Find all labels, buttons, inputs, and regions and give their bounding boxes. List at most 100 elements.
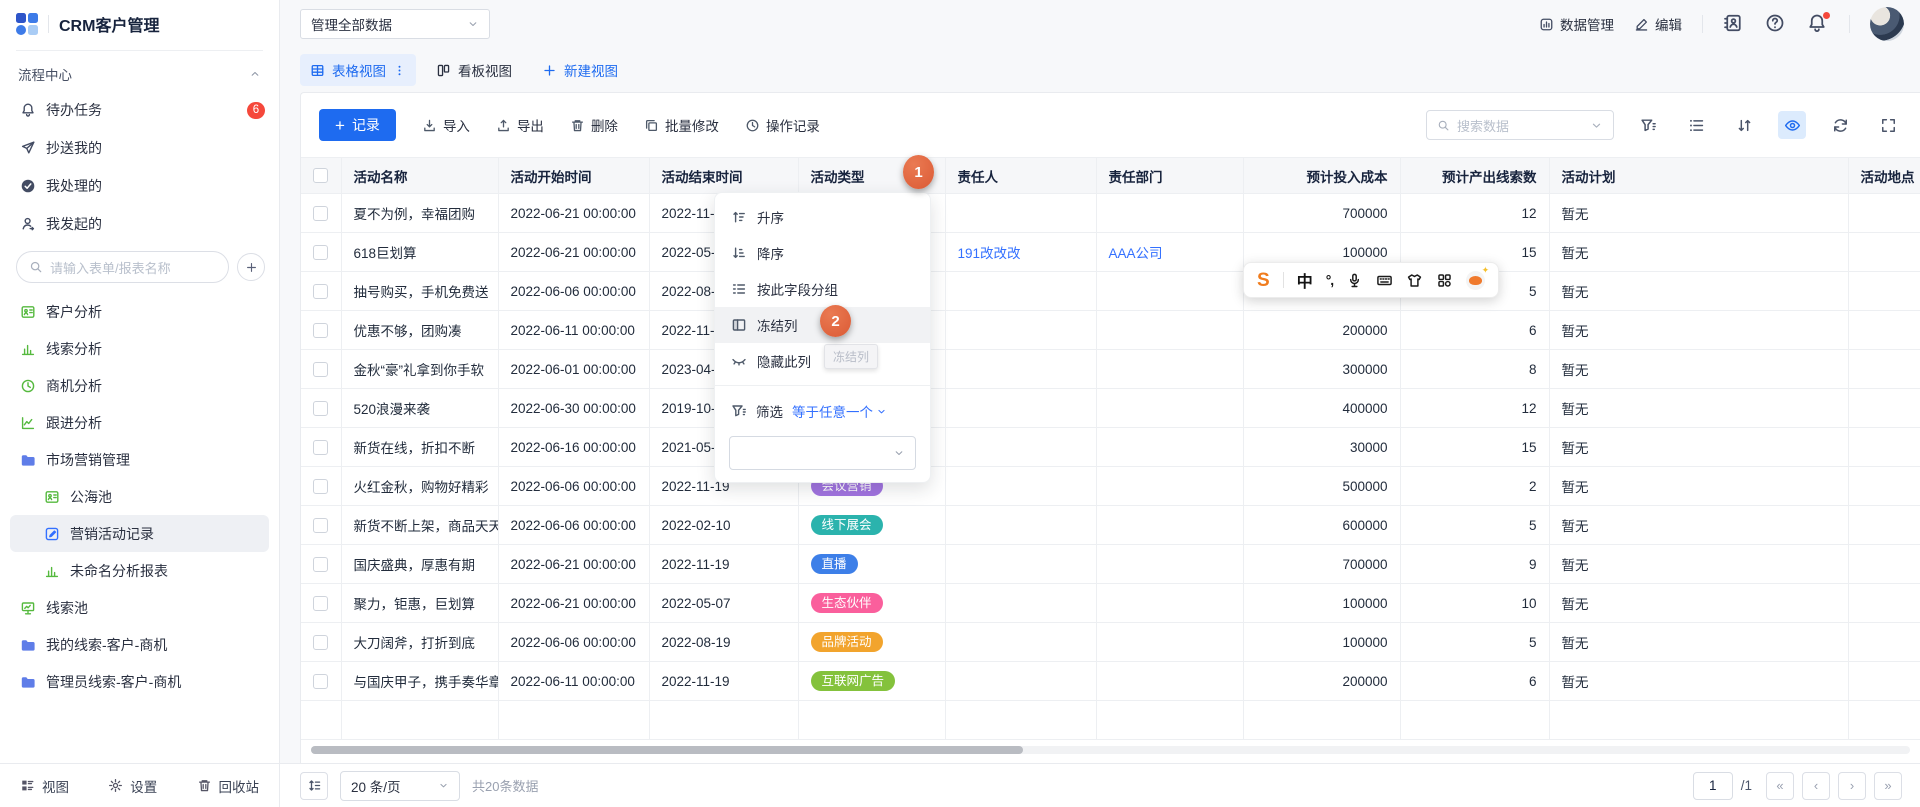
sidebar-item-客户分析[interactable]: 客户分析 (10, 293, 269, 330)
data-manage-button[interactable]: 数据管理 (1539, 14, 1614, 34)
row-checkbox[interactable] (313, 245, 328, 260)
tab-kanban-view[interactable]: 看板视图 (426, 54, 522, 86)
sidebar-item-商机分析[interactable]: 商机分析 (10, 367, 269, 404)
column-header-活动结束时间[interactable]: 活动结束时间 (649, 158, 798, 194)
app-title: CRM客户管理 (59, 12, 159, 36)
row-checkbox[interactable] (313, 401, 328, 416)
column-header-预计投入成本[interactable]: 预计投入成本 (1243, 158, 1400, 194)
menu-item-升序[interactable]: 升序 (715, 199, 930, 235)
sidebar-item-我处理的[interactable]: 我处理的 (0, 167, 279, 205)
sidebar-item-我的线索-客户-商机[interactable]: 我的线索-客户-商机 (10, 626, 269, 663)
skin-icon[interactable] (1406, 272, 1423, 289)
sidebar-item-抄送我的[interactable]: 抄送我的 (0, 129, 279, 167)
recycle-bin-button[interactable]: 回收站 (197, 776, 260, 796)
keyboard-icon[interactable] (1376, 272, 1393, 289)
dept-link[interactable]: AAA公司 (1109, 246, 1163, 261)
add-record-button[interactable]: + 记录 (319, 109, 396, 141)
export-button[interactable]: 导出 (496, 115, 544, 135)
ime-chinese-mode-button[interactable]: 中 (1297, 268, 1313, 292)
data-scope-select[interactable]: 管理全部数据 (300, 9, 490, 39)
column-header-责任部门[interactable]: 责任部门 (1096, 158, 1243, 194)
ime-punctuation-button[interactable]: °, (1326, 272, 1334, 288)
row-checkbox[interactable] (313, 440, 328, 455)
row-checkbox[interactable] (313, 635, 328, 650)
freeze-column-tooltip: 冻结列 (824, 344, 878, 369)
emoji-icon[interactable]: ✦ (1466, 271, 1485, 290)
next-page-button[interactable]: › (1838, 772, 1866, 800)
notifications-button[interactable] (1807, 13, 1829, 35)
avatar[interactable] (1870, 7, 1904, 41)
table-search-input[interactable]: 搜索数据 (1426, 110, 1614, 140)
sidebar-item-营销活动记录[interactable]: 营销活动记录 (10, 515, 269, 552)
menu-item-隐藏此列[interactable]: 隐藏此列 (715, 343, 930, 379)
sidebar-item-公海池[interactable]: 公海池 (10, 478, 269, 515)
filter-icon (731, 403, 747, 419)
batch-edit-button[interactable]: 批量修改 (644, 115, 719, 135)
owner-link[interactable]: 191改改改 (958, 246, 1021, 261)
form-search-input[interactable]: 请输入表单/报表名称 (16, 251, 229, 283)
sogou-logo-icon[interactable]: S (1257, 271, 1270, 290)
sidebar-item-线索池[interactable]: 线索池 (10, 589, 269, 626)
views-button[interactable]: 视图 (20, 776, 69, 796)
row-checkbox[interactable] (313, 206, 328, 221)
add-form-button[interactable] (237, 253, 265, 281)
more-options-icon[interactable] (393, 64, 406, 77)
contacts-button[interactable] (1723, 13, 1745, 35)
column-header-活动名称[interactable]: 活动名称 (341, 158, 498, 194)
menu-filter-row: 筛选 等于任意一个 (715, 394, 930, 428)
import-button[interactable]: 导入 (422, 115, 470, 135)
toolbox-icon[interactable] (1436, 272, 1453, 289)
menu-item-按此字段分组[interactable]: 按此字段分组 (715, 271, 930, 307)
sidebar-item-未命名分析报表[interactable]: 未命名分析报表 (10, 552, 269, 589)
last-page-button[interactable]: » (1874, 772, 1902, 800)
row-checkbox[interactable] (313, 518, 328, 533)
new-view-button[interactable]: 新建视图 (532, 54, 628, 86)
filter-button[interactable] (1634, 111, 1662, 139)
horizontal-scrollbar-thumb[interactable] (311, 746, 1023, 754)
row-checkbox[interactable] (313, 323, 328, 338)
column-header-活动开始时间[interactable]: 活动开始时间 (498, 158, 649, 194)
show-hide-button[interactable] (1778, 111, 1806, 139)
fullscreen-button[interactable] (1874, 111, 1902, 139)
page-size-select[interactable]: 20 条/页 (340, 771, 460, 801)
operation-log-button[interactable]: 操作记录 (745, 115, 820, 135)
tab-table-view[interactable]: 表格视图 (300, 54, 416, 86)
filter-value-select[interactable] (729, 436, 916, 470)
row-checkbox[interactable] (313, 674, 328, 689)
sidebar-item-管理员线索-客户-商机[interactable]: 管理员线索-客户-商机 (10, 663, 269, 700)
fields-button[interactable] (1682, 111, 1710, 139)
row-checkbox[interactable] (313, 362, 328, 377)
column-header-活动地点[interactable]: 活动地点 (1848, 158, 1920, 194)
filter-condition-select[interactable]: 等于任意一个 (792, 401, 887, 421)
sidebar-item-我发起的[interactable]: 我发起的 (0, 205, 279, 243)
microphone-icon[interactable] (1346, 272, 1363, 289)
prev-page-button[interactable]: ‹ (1802, 772, 1830, 800)
table-row: 抽号购买，手机免费送2022-06-06 00:00:002022-08-195… (301, 272, 1920, 311)
edit-button[interactable]: 编辑 (1634, 14, 1682, 34)
settings-button[interactable]: 设置 (108, 776, 157, 796)
delete-button[interactable]: 删除 (570, 115, 618, 135)
sidebar-item-待办任务[interactable]: 待办任务6 (0, 91, 279, 129)
row-checkbox[interactable] (313, 557, 328, 572)
cell-name: 新货在线，折扣不断 (341, 428, 498, 467)
page-input[interactable]: 1 (1693, 772, 1733, 800)
cell-owner (945, 272, 1096, 311)
row-checkbox[interactable] (313, 596, 328, 611)
sort-button[interactable] (1730, 111, 1758, 139)
refresh-button[interactable] (1826, 111, 1854, 139)
column-header-责任人[interactable]: 责任人 (945, 158, 1096, 194)
row-checkbox[interactable] (313, 284, 328, 299)
column-header-活动计划[interactable]: 活动计划 (1549, 158, 1848, 194)
menu-item-降序[interactable]: 降序 (715, 235, 930, 271)
first-page-button[interactable]: « (1766, 772, 1794, 800)
row-height-button[interactable] (300, 772, 328, 800)
sidebar-item-市场营销管理[interactable]: 市场营销管理 (10, 441, 269, 478)
column-header-预计产出线索数[interactable]: 预计产出线索数 (1400, 158, 1549, 194)
sidebar-item-跟进分析[interactable]: 跟进分析 (10, 404, 269, 441)
sidebar-section-process[interactable]: 流程中心 (0, 57, 279, 91)
select-all-checkbox[interactable] (313, 168, 328, 183)
sidebar-item-线索分析[interactable]: 线索分析 (10, 330, 269, 367)
row-checkbox[interactable] (313, 479, 328, 494)
help-button[interactable] (1765, 13, 1787, 35)
cell-name: 火红金秋，购物好精彩 (341, 467, 498, 506)
